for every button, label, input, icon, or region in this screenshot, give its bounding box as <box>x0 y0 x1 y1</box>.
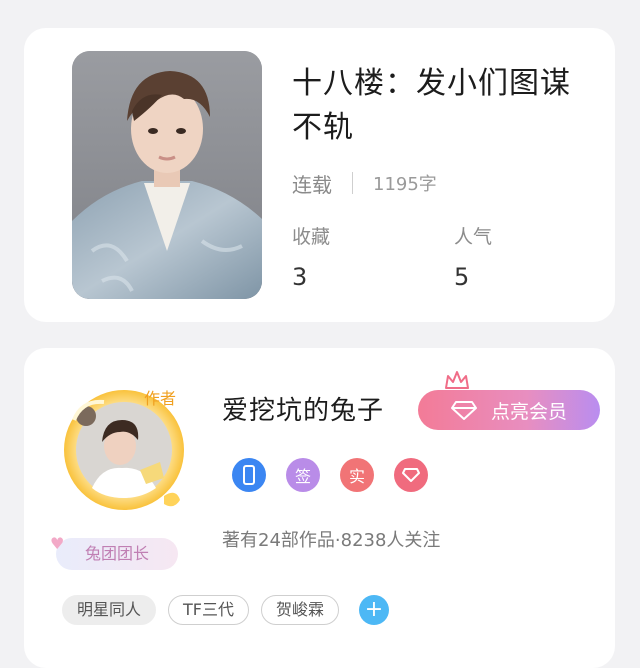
popularity-label: 人气 <box>454 226 493 248</box>
phone-badge-icon[interactable] <box>232 458 266 492</box>
crown-icon <box>445 371 469 389</box>
tag-item[interactable]: TF三代 <box>168 595 249 625</box>
author-avatar-icon: 作者 <box>64 389 184 510</box>
divider <box>352 172 353 194</box>
add-tag-button[interactable]: + <box>359 595 390 625</box>
serial-status: 连载 <box>292 172 332 197</box>
author-avatar-badge-text: 作者 <box>144 389 176 408</box>
favorites-label: 收藏 <box>292 226 331 248</box>
popularity-value: 5 <box>454 263 470 291</box>
author-name[interactable]: 爱挖坑的兔子 <box>222 390 384 427</box>
book-status-row: 连载 1195字 <box>292 168 437 198</box>
cover-portrait-icon <box>72 51 262 299</box>
tag-item[interactable]: 贺峻霖 <box>261 595 340 625</box>
diamond-badge-icon[interactable] <box>394 458 428 492</box>
author-avatar[interactable]: 作者 <box>52 370 192 520</box>
rank-badge: ♥ 兔团团长 <box>50 534 178 570</box>
favorites-value: 3 <box>292 263 308 291</box>
favorites-stat: 收藏 3 <box>292 224 330 292</box>
signed-badge-icon[interactable]: 签 <box>286 458 320 492</box>
diamond-icon <box>450 400 477 420</box>
verified-badge-icon[interactable]: 实 <box>340 458 374 492</box>
book-title: 十八楼：发小们图谋不轨 <box>292 66 571 145</box>
rank-badge-label: 兔团团长 <box>84 544 149 563</box>
tag-item[interactable]: 明星同人 <box>62 595 157 625</box>
author-card: 作者 ♥ 兔团团长 爱挖坑的兔子 点亮会员 签 实 著有24部作品·8238人关… <box>24 348 615 668</box>
book-cover-image[interactable] <box>72 51 262 299</box>
popularity-stat: 人气 5 <box>454 224 492 292</box>
vip-button-label: 点亮会员 <box>490 400 567 423</box>
tag-list: 明星同人 TF三代 贺峻霖 + <box>62 595 390 625</box>
word-count: 1195字 <box>373 174 437 195</box>
heart-icon: ♥ <box>50 534 65 553</box>
vip-button[interactable]: 点亮会员 <box>418 390 600 430</box>
author-badges: 签 实 <box>232 458 448 492</box>
author-meta: 著有24部作品·8238人关注 <box>222 530 441 551</box>
book-info-card: 十八楼：发小们图谋不轨 连载 1195字 收藏 3 人气 5 <box>24 28 615 322</box>
